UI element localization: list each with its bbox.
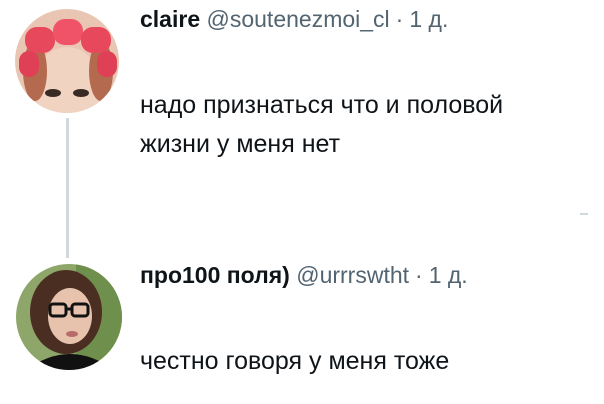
avatar-pro100-polya[interactable] bbox=[16, 264, 122, 370]
tweet-text: надо признаться что и половой жизни у ме… bbox=[140, 86, 503, 164]
divider-mark bbox=[580, 213, 588, 215]
author-handle[interactable]: @urrrswtht bbox=[296, 262, 409, 288]
tweet-text-line: жизни у меня нет bbox=[140, 130, 341, 158]
author-handle[interactable]: @soutenezmoi_cl bbox=[207, 6, 390, 32]
separator-dot: · bbox=[415, 262, 423, 288]
timestamp[interactable]: 1 д. bbox=[429, 262, 468, 288]
author-name[interactable]: claire bbox=[140, 6, 200, 32]
tweet-text: честно говоря у меня тоже bbox=[140, 342, 449, 381]
thread-connector-line bbox=[66, 118, 69, 258]
avatar-claire[interactable] bbox=[15, 9, 119, 113]
tweet-header: claire @soutenezmoi_cl · 1 д. bbox=[140, 6, 448, 33]
tweet-text-line: честно говоря у меня тоже bbox=[140, 347, 450, 375]
tweet-text-line: надо признаться что и половой bbox=[140, 91, 504, 119]
tweet-header: про100 поля) @urrrswtht · 1 д. bbox=[140, 262, 468, 289]
separator-dot: · bbox=[395, 6, 404, 32]
author-name[interactable]: про100 поля) bbox=[140, 262, 290, 288]
timestamp[interactable]: 1 д. bbox=[409, 6, 448, 32]
